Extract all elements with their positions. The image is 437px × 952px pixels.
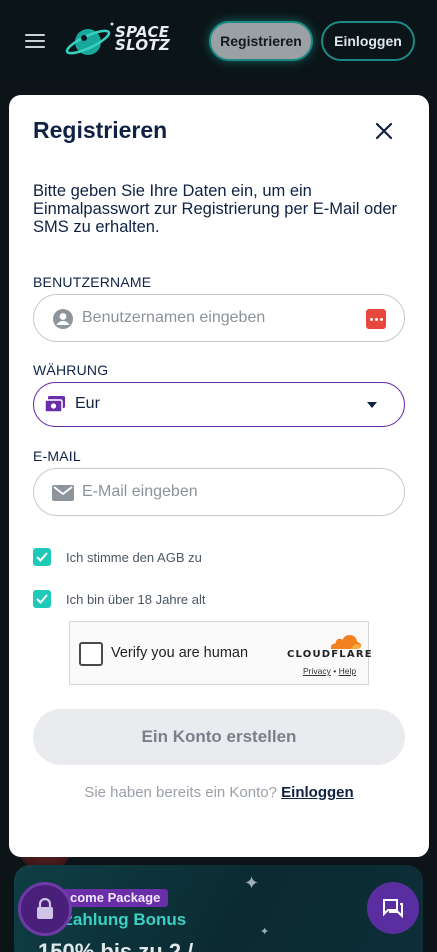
logo-wordmark[interactable]: SPACE SLOTZ — [115, 25, 171, 54]
register-modal: Registrieren Bitte geben Sie Ihre Daten … — [9, 95, 429, 857]
register-button[interactable]: Registrieren — [209, 21, 313, 61]
chevron-down-icon — [367, 402, 377, 408]
login-link[interactable]: Einloggen — [281, 784, 354, 801]
terms-label: Ich stimme den AGB zu — [66, 550, 202, 565]
privacy-link[interactable]: Privacy — [303, 666, 331, 676]
mail-icon — [52, 485, 74, 501]
lock-button[interactable] — [18, 882, 72, 936]
intro-text: Bitte geben Sie Ihre Daten ein, um ein E… — [33, 182, 398, 236]
close-icon[interactable] — [374, 121, 394, 141]
email-field[interactable] — [33, 468, 405, 516]
login-button[interactable]: Einloggen — [321, 21, 415, 61]
help-link[interactable]: Help — [339, 666, 356, 676]
chat-button[interactable] — [367, 882, 419, 934]
promo-subtitle: 150% bis zu 2 / — [38, 939, 194, 952]
menu-icon[interactable] — [25, 34, 45, 48]
chat-icon — [383, 899, 403, 918]
cloudflare-brand: CLOUDFLARE — [287, 649, 373, 660]
currency-select[interactable]: Eur — [33, 382, 405, 427]
link-separator: • — [333, 666, 337, 676]
terms-checkbox[interactable] — [33, 548, 51, 566]
age-checkbox[interactable] — [33, 590, 51, 608]
checkmark-icon — [36, 552, 48, 562]
email-label: E-MAIL — [33, 448, 81, 464]
captcha-checkbox[interactable] — [79, 642, 103, 666]
lock-icon — [37, 898, 53, 919]
promo-banner[interactable]: come Package nzahlung Bonus 150% bis zu … — [14, 865, 423, 952]
money-icon — [44, 396, 65, 413]
top-bar: SPACE SLOTZ Registrieren Einloggen — [0, 0, 437, 82]
have-account-line: Sie haben bereits ein Konto? Einloggen — [9, 784, 429, 801]
password-manager-icon[interactable] — [366, 309, 386, 329]
cloudflare-logo-icon — [331, 635, 361, 649]
create-account-button[interactable]: Ein Konto erstellen — [33, 709, 405, 765]
currency-value: Eur — [75, 395, 100, 412]
age-label: Ich bin über 18 Jahre alt — [66, 592, 206, 607]
star-icon: ✦ — [244, 873, 260, 893]
captcha-text: Verify you are human — [111, 645, 249, 661]
captcha-widget: Verify you are human CLOUDFLARE Privacy … — [69, 621, 372, 685]
user-icon — [53, 309, 73, 329]
star-icon: ✦ — [260, 926, 270, 938]
modal-title: Registrieren — [33, 117, 168, 143]
captcha-links: Privacy • Help — [303, 666, 356, 676]
promo-title: nzahlung Bonus — [54, 910, 187, 929]
have-account-text: Sie haben bereits ein Konto? — [84, 784, 277, 801]
logo-line-2: SLOTZ — [115, 36, 171, 54]
username-field[interactable] — [33, 294, 405, 342]
currency-label: WÄHRUNG — [33, 362, 109, 378]
email-input[interactable] — [82, 469, 352, 515]
username-input[interactable] — [82, 295, 352, 341]
checkmark-icon — [36, 594, 48, 604]
username-label: BENUTZERNAME — [33, 274, 152, 290]
